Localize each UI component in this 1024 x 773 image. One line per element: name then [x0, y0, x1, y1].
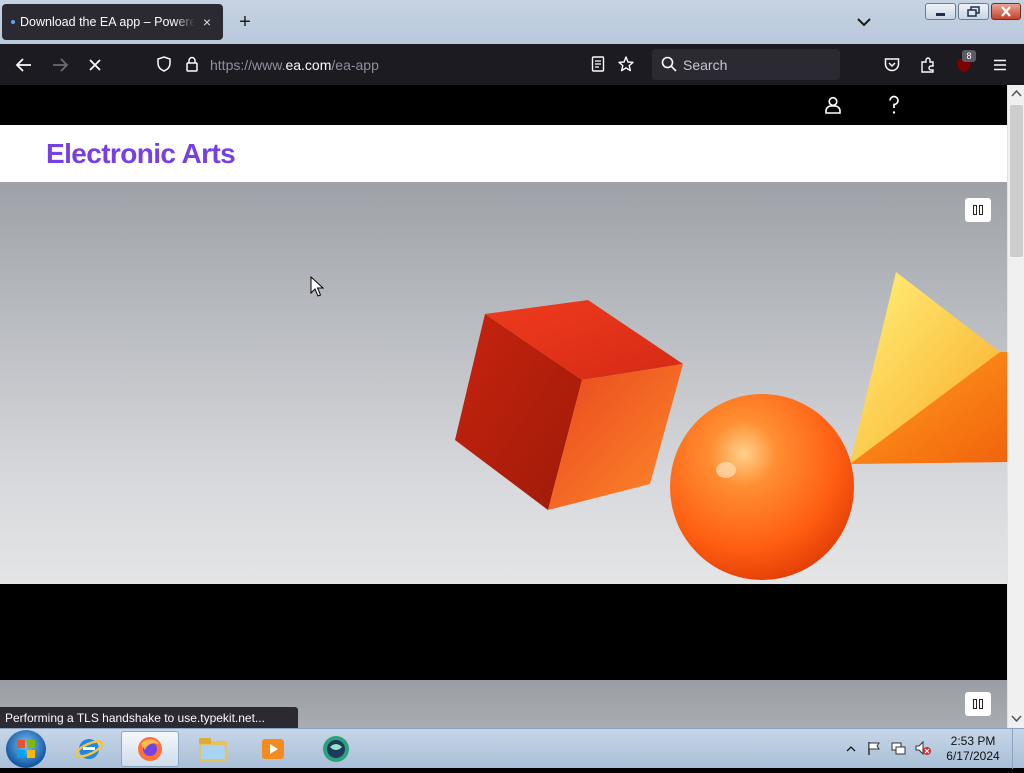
pocket-icon	[884, 58, 900, 72]
search-placeholder: Search	[683, 57, 728, 73]
search-icon	[658, 53, 680, 75]
close-icon	[1001, 6, 1011, 17]
pause-video-button-2[interactable]	[965, 692, 991, 716]
show-hidden-icons-arrow-icon[interactable]	[846, 744, 856, 754]
taskbar-media-player[interactable]	[244, 731, 302, 767]
clock-date: 6/17/2024	[946, 749, 1000, 763]
chat-bubble-app-icon	[323, 736, 349, 762]
folder-icon	[199, 738, 227, 761]
reader-view-icon[interactable]	[587, 53, 609, 75]
hero-shapes-illustration	[455, 272, 1007, 580]
web-page-content: Electronic Arts	[0, 85, 1007, 728]
hero-banner-video	[0, 182, 1007, 584]
page-scrollbar[interactable]	[1007, 85, 1024, 728]
restore-button[interactable]	[958, 3, 989, 20]
arrow-right-icon	[53, 58, 69, 72]
lock-icon[interactable]	[181, 53, 203, 75]
new-tab-button[interactable]: +	[233, 10, 257, 34]
extensions-button[interactable]	[917, 54, 939, 76]
pause-icon	[973, 699, 977, 709]
system-clock[interactable]: 2:53 PM 6/17/2024	[936, 734, 1010, 764]
restore-icon	[967, 6, 980, 17]
pause-icon	[973, 205, 977, 215]
windows-logo-icon	[17, 740, 35, 758]
scrollbar-thumb[interactable]	[1010, 105, 1023, 257]
stop-x-icon	[89, 59, 101, 71]
firefox-icon	[138, 737, 162, 761]
show-desktop-button[interactable]	[1012, 729, 1024, 769]
hamburger-menu-icon	[994, 59, 1006, 71]
volume-muted-icon[interactable]	[914, 740, 932, 756]
forward-button[interactable]	[49, 54, 71, 76]
tab-ea-app[interactable]: Download the EA app – Powered by EA ×	[2, 4, 223, 40]
tab-strip: Download the EA app – Powered by EA × +	[0, 0, 1024, 44]
help-question-icon[interactable]	[883, 94, 905, 116]
navigation-toolbar: https://www.ea.com/ea-app Search	[0, 44, 1024, 85]
taskbar-internet-explorer[interactable]	[60, 731, 118, 767]
taskbar-firefox[interactable]	[121, 731, 179, 767]
status-bar: Performing a TLS handshake to use.typeki…	[0, 707, 298, 729]
ea-utility-bar	[0, 85, 1007, 125]
pause-icon	[979, 699, 983, 709]
puzzle-icon	[921, 57, 934, 73]
tab-close-icon[interactable]: ×	[199, 14, 215, 30]
pause-video-button[interactable]	[965, 198, 991, 222]
taskbar-file-explorer[interactable]	[184, 731, 242, 767]
mouse-cursor-icon	[310, 276, 325, 297]
search-input[interactable]: Search	[652, 49, 840, 80]
app-menu-button[interactable]	[989, 54, 1011, 76]
arrow-left-icon	[15, 58, 31, 72]
network-icon[interactable]	[890, 740, 906, 756]
url-text[interactable]: https://www.ea.com/ea-app	[210, 57, 379, 73]
minimize-button[interactable]	[925, 3, 956, 20]
minimize-icon	[936, 13, 945, 16]
scroll-down-arrow-icon[interactable]	[1009, 712, 1024, 726]
clock-time: 2:53 PM	[950, 734, 996, 748]
start-button[interactable]	[6, 730, 46, 768]
back-button[interactable]	[13, 54, 35, 76]
ea-site-header: Electronic Arts	[0, 125, 1007, 182]
close-window-button[interactable]	[991, 3, 1021, 20]
content-divider-band	[0, 584, 1007, 680]
bookmark-star-icon[interactable]	[615, 53, 637, 75]
tab-title: Download the EA app – Powered by EA	[20, 15, 195, 29]
electronic-arts-logo[interactable]: Electronic Arts	[46, 138, 236, 170]
tracking-protection-shield-icon[interactable]	[153, 53, 175, 75]
pocket-button[interactable]	[881, 54, 903, 76]
internet-explorer-icon	[74, 739, 104, 759]
windows-taskbar: 2:53 PM 6/17/2024	[0, 728, 1024, 769]
stop-loading-button[interactable]	[84, 54, 106, 76]
media-player-icon	[262, 739, 284, 759]
list-all-tabs-button[interactable]	[852, 12, 876, 32]
loading-indicator-icon	[11, 20, 15, 24]
address-bar[interactable]: https://www.ea.com/ea-app	[150, 49, 643, 80]
account-user-icon[interactable]	[822, 94, 844, 116]
chevron-down-icon	[857, 18, 871, 27]
extension-badge-count: 8	[962, 50, 976, 62]
action-center-flag-icon[interactable]	[866, 740, 882, 756]
pause-icon	[979, 205, 983, 215]
scroll-up-arrow-icon[interactable]	[1009, 87, 1024, 101]
taskbar-app-bubble[interactable]	[307, 731, 365, 767]
